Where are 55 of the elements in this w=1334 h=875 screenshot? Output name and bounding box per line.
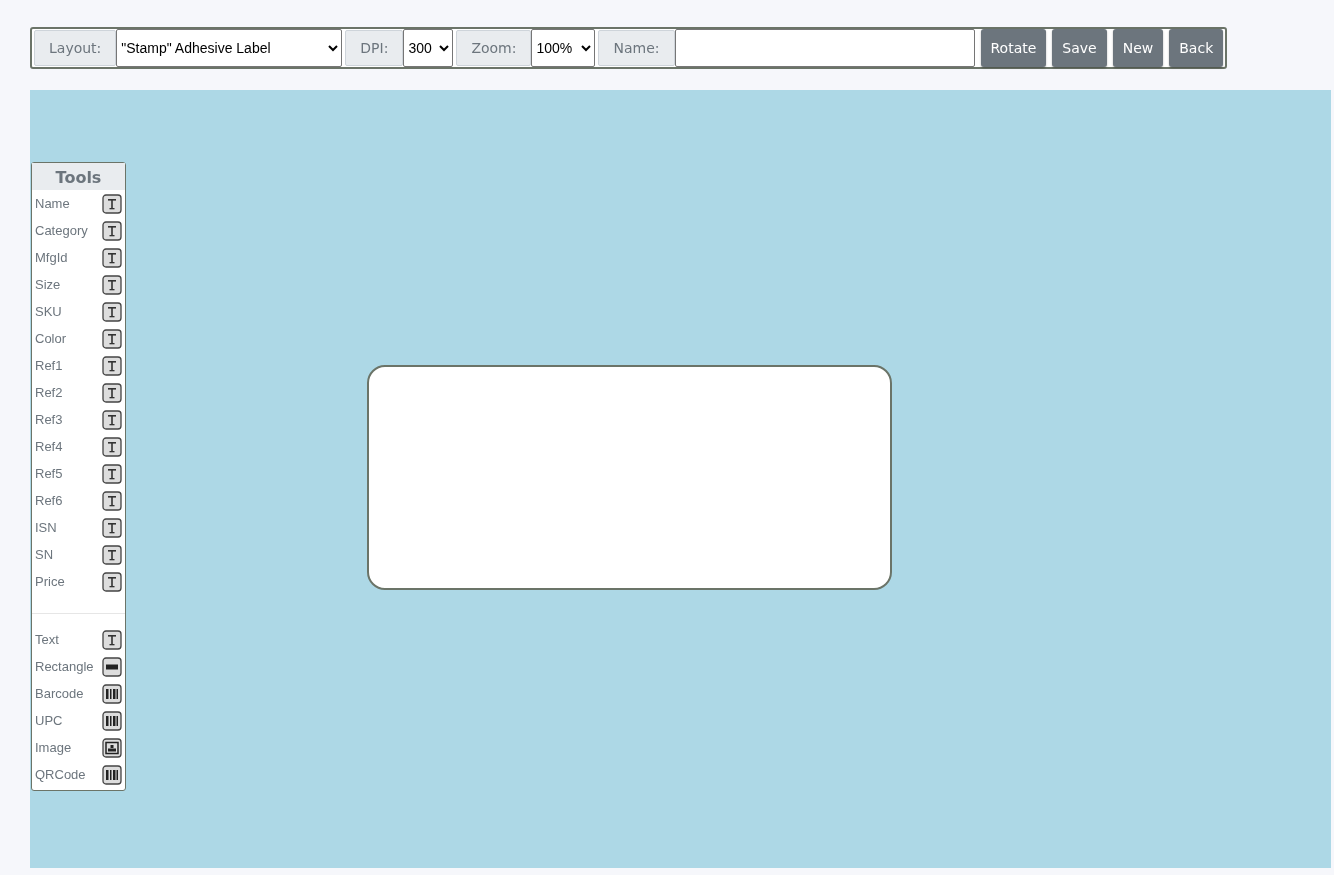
tool-label: Ref1 [35,358,63,373]
panel-title: Tools [32,163,125,190]
barcode-icon[interactable] [102,764,122,785]
tool-label: SKU [35,304,62,319]
field-label: DPI: [345,30,404,66]
tool-label: SN [35,547,54,562]
text-tool-icon[interactable] [102,544,122,565]
toolbar-button[interactable]: Save [1052,29,1107,67]
toolbar-button[interactable]: New [1112,29,1164,67]
tool-label: Ref3 [35,412,63,427]
toolbar-button[interactable]: Back [1169,29,1224,67]
tool-label: Ref4 [35,439,63,454]
text-tool-icon[interactable] [102,220,122,241]
text-tool-icon[interactable] [102,463,122,484]
tool-label: QRCode [35,767,86,782]
text-tool-icon[interactable] [102,629,122,650]
text-tool-icon[interactable] [102,571,122,592]
tool-label: Color [35,331,67,346]
tool-label: Ref2 [35,385,63,400]
text-tool-icon[interactable] [102,328,122,349]
text-tool-icon[interactable] [102,490,122,511]
text-tool-icon[interactable] [102,409,122,430]
tool-label: Category [35,223,88,238]
tool-label: Ref6 [35,493,63,508]
text-tool-icon[interactable] [102,517,122,538]
layout-select[interactable]: "Stamp" Adhesive Label [116,29,343,67]
zoom-select[interactable]: 100% [531,29,596,67]
toolbar-button[interactable]: Rotate [980,29,1047,67]
field-label: Zoom: [456,30,532,66]
text-tool-icon[interactable] [102,274,122,295]
tool-label: ISN [35,520,57,535]
tool-label: Size [35,277,61,292]
barcode-icon[interactable] [102,683,122,704]
field-label: Layout: [34,30,117,66]
tool-label: MfgId [35,250,68,265]
tool-label: Ref5 [35,466,63,481]
image-tool-icon[interactable] [102,737,122,758]
tool-label: Barcode [35,686,84,701]
dpi-select[interactable]: 300 [403,29,454,67]
text-tool-icon[interactable] [102,382,122,403]
field-label: Name: [598,30,675,66]
rectangle-tool-icon[interactable] [102,656,122,677]
tool-label: Image [35,740,72,755]
text-tool-icon[interactable] [102,355,122,376]
barcode-icon[interactable] [102,710,122,731]
text-tool-icon[interactable] [102,436,122,457]
text-tool-icon[interactable] [102,247,122,268]
name-input[interactable] [674,29,975,67]
tool-label: Text [35,632,59,647]
tool-label: Price [35,574,65,589]
text-tool-icon[interactable] [102,301,122,322]
tool-label: Name [35,196,70,211]
tool-label: Rectangle [35,659,94,674]
text-tool-icon[interactable] [102,193,122,214]
tool-label: UPC [35,713,63,728]
